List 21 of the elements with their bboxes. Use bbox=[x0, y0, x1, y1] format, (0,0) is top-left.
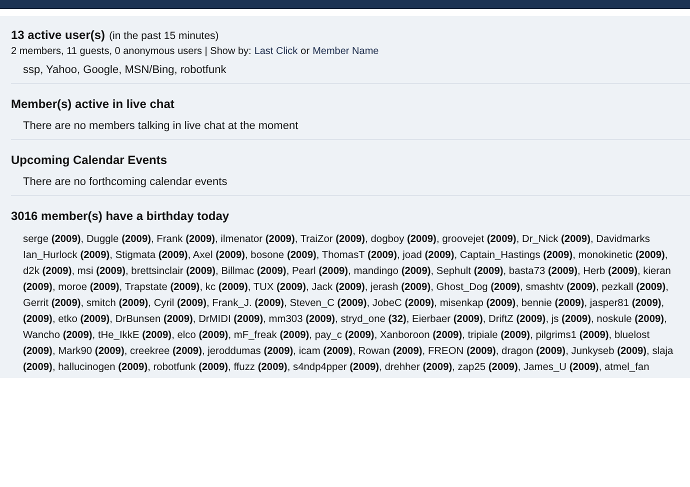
active-user-list: ssp, Yahoo, Google, MSN/Bing, robotfunk bbox=[23, 64, 690, 76]
birthday-list-line: Wancho (2009), tHe_IkkE (2009), elco (2009), mF_freak (2009), pay_c (2009), Xanboroon (2009), tripiale (2009), pilgrims1 (2009), bluelost bbox=[23, 329, 651, 343]
section-heading: Upcoming Calendar Events bbox=[11, 153, 168, 167]
time-note: (in the past 15 minutes) bbox=[109, 30, 219, 42]
sort-link[interactable]: Member Name bbox=[312, 46, 379, 57]
section-heading: 3016 member(s) have a birthday today bbox=[11, 209, 230, 223]
section-heading: Member(s) active in live chat bbox=[11, 97, 174, 111]
birthday-list-line: (2009), moroe (2009), Trapstate (2009), kc (2009), TUX (2009), Jack (2009), jerash (2009), Ghost_Dog (2009), smashtv (2009), pezkall (2009), bbox=[23, 281, 670, 295]
section-message: There are no members talking in live chat at the moment bbox=[23, 120, 300, 132]
birthday-list-line: Gerrit (2009), smitch (2009), Cyril (2009), Frank_J. (2009), Steven_C (2009), JobeC (2009), misenkap (2009), bennie (2009), jasper81 (2009), bbox=[23, 297, 666, 311]
birthday-list-line: (2009), etko (2009), DrBunsen (2009), DrMIDI (2009), mm303 (2009), stryd_one (32), Eierbaer (2009), DriftZ (2009), js (2009), noskule (2009), bbox=[23, 313, 668, 327]
section-message: There are no forthcoming calendar events bbox=[23, 176, 228, 188]
birthday-list-line: Ian_Hurlock (2009), Stigmata (2009), Axel (2009), bosone (2009), ThomasT (2009), joad (2009), Captain_Hastings (2009), monokinetic (2009), bbox=[23, 249, 669, 263]
user-summary: 2 members, 11 guests, 0 anonymous users | Show by: bbox=[11, 46, 252, 57]
joiner-text: or bbox=[300, 46, 310, 57]
birthday-list-line: (2009), Mark90 (2009), creekree (2009), jeroddumas (2009), icam (2009), Rowan (2009), FREON (2009), dragon (2009), Junkyseb (2009), slaja bbox=[23, 345, 674, 359]
birthday-list-line: (2009), hallucinogen (2009), robotfunk (2009), ffuzz (2009), s4ndp4pper (2009), drehher (2009), zap25 (2009), James_U (2009), atmel_fan bbox=[23, 361, 650, 375]
birthday-list-line: serge (2009), Duggle (2009), Frank (2009), ilmenator (2009), TraiZor (2009), dogboy (2009), groovejet (2009), Dr_Nick (2009), Davidmarks bbox=[23, 233, 651, 247]
section-heading: 13 active user(s) bbox=[11, 27, 106, 43]
birthday-list-line: d2k (2009), msi (2009), brettsinclair (2009), Billmac (2009), Pearl (2009), mandingo (2009), Sephult (2009), basta73 (2009), Herb (2009), kieran bbox=[23, 265, 672, 279]
sort-link[interactable]: Last Click bbox=[254, 46, 298, 57]
